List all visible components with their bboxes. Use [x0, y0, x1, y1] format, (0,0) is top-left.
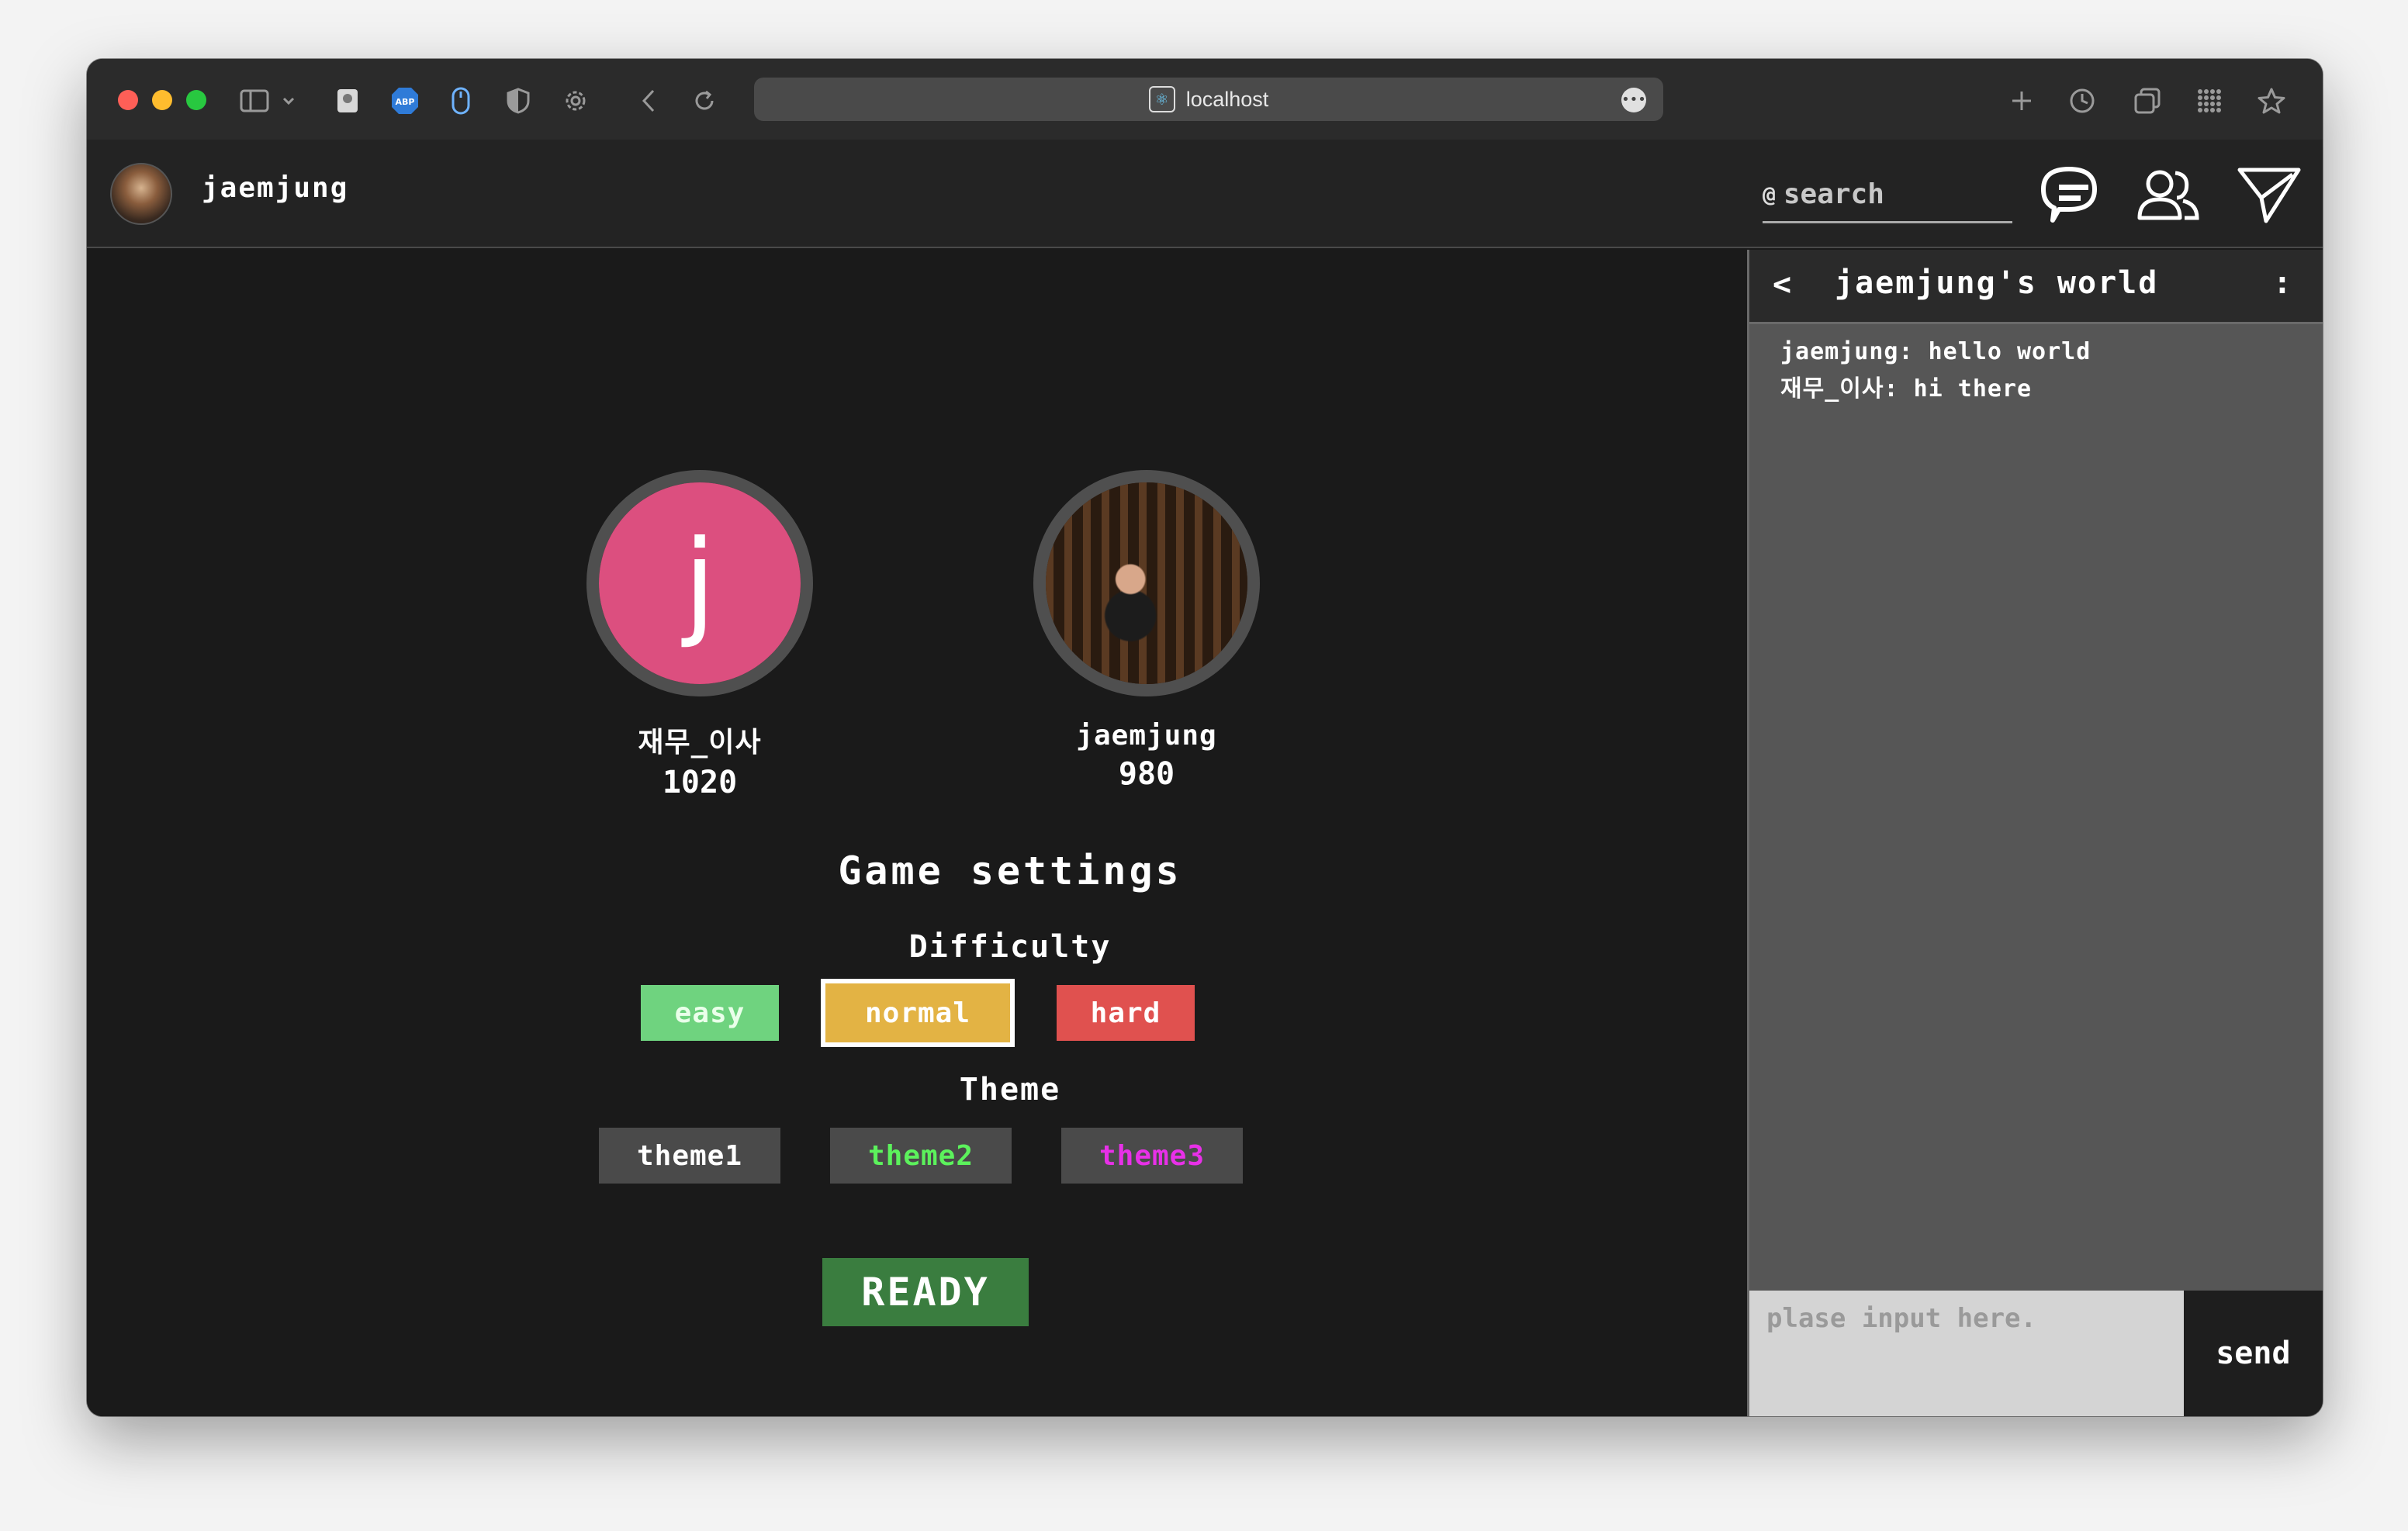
theme2-button[interactable]: theme2	[830, 1128, 1012, 1184]
extension-icon[interactable]	[332, 85, 363, 116]
user-avatar[interactable]	[110, 163, 172, 225]
more-icon[interactable]: •••	[1621, 88, 1646, 112]
more-vertical-icon[interactable]: :	[2273, 265, 2292, 301]
adblock-icon[interactable]: ABP	[389, 85, 420, 116]
chat-bubble-icon	[2041, 167, 2097, 223]
player-avatar: j	[599, 482, 801, 684]
settings-title: Game settings	[838, 848, 1182, 893]
difficulty-label: Difficulty	[908, 929, 1112, 965]
app-header: jaemjung @	[87, 140, 2323, 248]
send-button[interactable]: send	[2183, 1291, 2323, 1416]
new-tab-icon[interactable]	[2006, 85, 2037, 116]
chat-message: 재무_이사: hi there	[1780, 375, 2033, 403]
chat-composer: send	[1749, 1291, 2323, 1416]
theme1-button[interactable]: theme1	[599, 1128, 780, 1184]
browser-toolbar: ABP ⚛ localhost •••	[87, 59, 2323, 140]
mouse-icon[interactable]	[445, 85, 476, 116]
chevron-left-icon[interactable]: <	[1773, 267, 1791, 302]
zoom-window-button[interactable]	[186, 90, 206, 110]
settings-icon[interactable]	[560, 85, 591, 116]
tabs-icon[interactable]	[2132, 85, 2163, 116]
player-name: 재무_이사	[638, 727, 762, 759]
difficulty-hard-button[interactable]: hard	[1057, 985, 1195, 1041]
reload-icon[interactable]	[689, 85, 720, 116]
history-icon[interactable]	[2067, 85, 2098, 116]
react-favicon-icon: ⚛	[1148, 86, 1175, 112]
chat-button[interactable]	[2034, 161, 2104, 228]
chat-message: jaemjung: hello world	[1780, 338, 2091, 365]
player-score: 980	[1118, 756, 1175, 792]
player-score: 1020	[662, 765, 738, 800]
svg-text:ABP: ABP	[396, 97, 415, 107]
at-icon: @	[1763, 181, 1776, 207]
message-text: hello world	[1928, 338, 2091, 365]
address-text: localhost	[1185, 87, 1269, 111]
send-game-invite-button[interactable]	[2234, 161, 2304, 228]
paper-plane-icon	[2237, 168, 2301, 223]
chat-panel: < jaemjung's world : jaemjung: hello wor…	[1747, 250, 2323, 1416]
grid-icon[interactable]	[2194, 85, 2225, 116]
difficulty-normal-button[interactable]: normal	[821, 979, 1015, 1047]
browser-window: ABP ⚛ localhost ••• jaemjung @ search j …	[87, 59, 2323, 1416]
back-icon[interactable]	[633, 85, 664, 116]
player-avatar-ring	[1033, 470, 1260, 696]
message-list: jaemjung: hello world 재무_이사: hi there	[1780, 334, 2307, 408]
chevron-down-icon[interactable]	[279, 85, 298, 116]
search-box: @	[1763, 168, 2012, 223]
ready-button[interactable]: READY	[822, 1258, 1029, 1326]
sidebar-icon[interactable]	[239, 85, 270, 116]
address-bar[interactable]: ⚛ localhost •••	[754, 78, 1663, 121]
friends-button[interactable]	[2133, 161, 2203, 228]
shield-icon[interactable]	[503, 85, 534, 116]
users-icon	[2137, 170, 2199, 220]
chat-header: < jaemjung's world :	[1749, 250, 2323, 324]
message-text: hi there	[1913, 375, 2033, 403]
player-card-self: jaemjung 980	[1030, 470, 1263, 792]
player-avatar-ring: j	[586, 470, 813, 696]
game-lobby: j 재무_이사 1020 jaemjung 980 Game settings …	[87, 250, 1747, 1416]
chat-message-input[interactable]	[1749, 1291, 2184, 1416]
message-sender[interactable]: 재무_이사	[1780, 375, 1884, 403]
minimize-window-button[interactable]	[152, 90, 172, 110]
window-controls	[118, 90, 206, 110]
player-avatar	[1046, 482, 1247, 684]
difficulty-easy-button[interactable]: easy	[641, 985, 779, 1041]
username[interactable]: jaemjung	[202, 172, 348, 204]
close-window-button[interactable]	[118, 90, 138, 110]
search-input[interactable]	[1783, 178, 1993, 210]
chat-room-title: jaemjung's world	[1835, 265, 2159, 301]
player-card-opponent: j 재무_이사 1020	[583, 470, 816, 800]
theme3-button[interactable]: theme3	[1061, 1128, 1243, 1184]
theme-label: Theme	[959, 1072, 1061, 1108]
bookmark-icon[interactable]	[2256, 85, 2287, 116]
player-name: jaemjung	[1076, 720, 1217, 752]
message-sender[interactable]: jaemjung	[1780, 338, 1899, 365]
